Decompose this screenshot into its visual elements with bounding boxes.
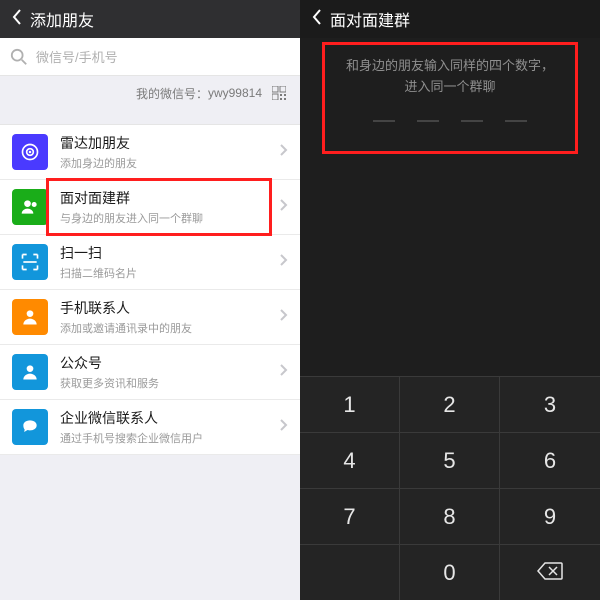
chevron-right-icon — [280, 198, 288, 216]
item-title: 手机联系人 — [60, 298, 280, 318]
key-2[interactable]: 2 — [400, 376, 500, 432]
back-button-left[interactable] — [8, 9, 26, 30]
chevron-right-icon — [280, 363, 288, 381]
key-9[interactable]: 9 — [500, 488, 600, 544]
my-wechat-id-row: 我的微信号： ywy99814 — [0, 76, 300, 110]
left-screen: 添加朋友 微信号/手机号 我的微信号： ywy99814 雷达加朋友 添加身边的… — [0, 0, 300, 600]
item-title: 公众号 — [60, 353, 280, 373]
back-button-right[interactable] — [308, 9, 326, 30]
contacts-icon — [12, 299, 48, 335]
key-5[interactable]: 5 — [400, 432, 500, 488]
key-1[interactable]: 1 — [300, 376, 400, 432]
add-friend-list: 雷达加朋友 添加身边的朋友 面对面建群 与身边的朋友进入同一个群聊 扫一扫 — [0, 124, 300, 455]
code-slot — [373, 120, 395, 122]
item-subtitle: 添加身边的朋友 — [60, 155, 280, 171]
item-subtitle: 与身边的朋友进入同一个群聊 — [60, 210, 280, 226]
scan-icon — [12, 244, 48, 280]
right-header-title: 面对面建群 — [330, 7, 410, 31]
key-8[interactable]: 8 — [400, 488, 500, 544]
radar-icon — [12, 134, 48, 170]
qr-code-icon[interactable] — [272, 86, 286, 100]
official-account-icon — [12, 354, 48, 390]
search-icon — [10, 48, 28, 66]
code-slot — [505, 120, 527, 122]
code-slot — [417, 120, 439, 122]
numeric-keypad: 1 2 3 4 5 6 7 8 9 0 — [300, 376, 600, 600]
left-header-title: 添加朋友 — [30, 7, 94, 31]
enterprise-wechat-icon — [12, 409, 48, 445]
item-title: 企业微信联系人 — [60, 408, 280, 428]
backspace-icon — [537, 560, 563, 586]
list-item-scan[interactable]: 扫一扫 扫描二维码名片 — [0, 235, 300, 290]
item-subtitle: 通过手机号搜索企业微信用户 — [60, 430, 280, 446]
key-7[interactable]: 7 — [300, 488, 400, 544]
key-0[interactable]: 0 — [400, 544, 500, 600]
item-subtitle: 扫描二维码名片 — [60, 265, 280, 281]
spacer — [300, 148, 600, 376]
prompt-line-1: 和身边的朋友输入同样的四个数字， — [320, 56, 580, 77]
right-header: 面对面建群 — [300, 0, 600, 38]
list-item-enterprise-wechat[interactable]: 企业微信联系人 通过手机号搜索企业微信用户 — [0, 400, 300, 455]
chevron-right-icon — [280, 418, 288, 436]
list-item-face-group[interactable]: 面对面建群 与身边的朋友进入同一个群聊 — [0, 180, 300, 235]
left-header: 添加朋友 — [0, 0, 300, 38]
prompt-line-2: 进入同一个群聊 — [320, 77, 580, 98]
search-field[interactable]: 微信号/手机号 — [0, 38, 300, 76]
prompt-area: 和身边的朋友输入同样的四个数字， 进入同一个群聊 — [300, 38, 600, 148]
group-icon — [12, 189, 48, 225]
item-title: 扫一扫 — [60, 243, 280, 263]
chevron-left-icon — [312, 9, 322, 30]
chevron-right-icon — [280, 253, 288, 271]
item-title: 面对面建群 — [60, 188, 280, 208]
key-3[interactable]: 3 — [500, 376, 600, 432]
key-4[interactable]: 4 — [300, 432, 400, 488]
key-backspace[interactable] — [500, 544, 600, 600]
right-screen: 面对面建群 和身边的朋友输入同样的四个数字， 进入同一个群聊 1 2 3 4 5… — [300, 0, 600, 600]
code-slot — [461, 120, 483, 122]
chevron-right-icon — [280, 143, 288, 161]
item-subtitle: 添加或邀请通讯录中的朋友 — [60, 320, 280, 336]
key-blank — [300, 544, 400, 600]
list-item-official-account[interactable]: 公众号 获取更多资讯和服务 — [0, 345, 300, 400]
search-placeholder: 微信号/手机号 — [36, 47, 118, 66]
my-id-value: ywy99814 — [208, 86, 262, 100]
chevron-right-icon — [280, 308, 288, 326]
item-title: 雷达加朋友 — [60, 133, 280, 153]
code-input-slots — [320, 120, 580, 122]
list-item-phone-contacts[interactable]: 手机联系人 添加或邀请通讯录中的朋友 — [0, 290, 300, 345]
item-subtitle: 获取更多资讯和服务 — [60, 375, 280, 391]
my-id-prefix: 我的微信号： — [136, 85, 208, 102]
chevron-left-icon — [12, 9, 22, 30]
section-gap — [0, 110, 300, 124]
key-6[interactable]: 6 — [500, 432, 600, 488]
list-item-radar[interactable]: 雷达加朋友 添加身边的朋友 — [0, 125, 300, 180]
